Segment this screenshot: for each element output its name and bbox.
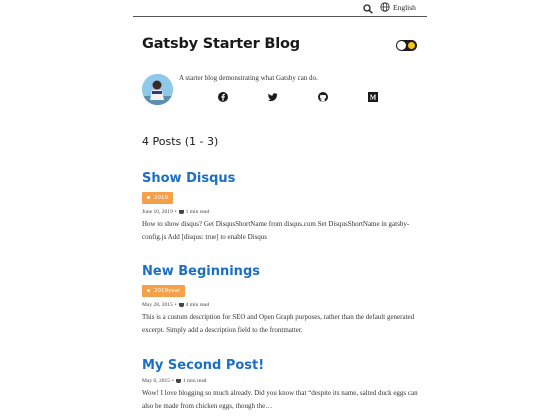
post-date: May 28, 2015 (142, 302, 173, 308)
post-meta: May 6, 2015 • 1 min read (142, 378, 422, 384)
post-title-link[interactable]: My Second Post! (142, 358, 422, 373)
post-meta: May 28, 2015 • 4 min read (142, 302, 422, 308)
separator: • (174, 209, 177, 215)
medium-icon[interactable] (368, 92, 378, 102)
separator: • (174, 302, 177, 308)
toggle-knob (397, 41, 406, 50)
post-item: New Beginnings 2019year May 28, 2015 • 4 m… (142, 264, 422, 336)
globe-icon (380, 2, 390, 12)
tag-badge[interactable]: 2019 (142, 191, 173, 204)
tag-label: 2019year (154, 287, 181, 294)
twitter-icon[interactable] (268, 92, 278, 102)
separator: • (171, 378, 174, 384)
read-time: 4 min read (185, 302, 210, 308)
post-item: My Second Post! May 6, 2015 • 1 min read W… (142, 358, 422, 412)
language-selector[interactable]: English (380, 2, 416, 12)
github-icon[interactable] (318, 92, 328, 102)
search-icon[interactable] (363, 4, 373, 14)
social-links (0, 92, 560, 104)
sun-icon (408, 42, 415, 49)
read-time: 1 min read (185, 209, 210, 215)
coffee-icon (178, 210, 184, 214)
tag-dot-icon (147, 196, 150, 199)
coffee-icon (178, 303, 184, 307)
post-excerpt: Wow! I love blogging so much already. Di… (142, 389, 418, 410)
posts-count-heading: 4 Posts (1 - 3) (142, 135, 219, 148)
site-bio: A starter blog demonstrating what Gatsby… (179, 74, 318, 82)
post-excerpt: How to show disqus? Get DisqusShortName … (142, 220, 410, 241)
coffee-icon (175, 379, 181, 383)
tag-label: 2019 (154, 194, 168, 201)
post-title-link[interactable]: New Beginnings (142, 264, 422, 279)
tag-badge[interactable]: 2019year (142, 284, 186, 297)
post-title-link[interactable]: Show Disqus (142, 171, 422, 186)
post-item: Show Disqus 2019 June 10, 2019 • 1 min rea… (142, 171, 422, 243)
post-date: June 10, 2019 (142, 209, 173, 215)
site-title[interactable]: Gatsby Starter Blog (142, 36, 300, 52)
post-meta: June 10, 2019 • 1 min read (142, 209, 422, 215)
theme-toggle[interactable] (396, 40, 417, 51)
tag-dot-icon (147, 289, 150, 292)
top-bar: English (133, 0, 427, 17)
post-date: May 6, 2015 (142, 378, 170, 384)
post-excerpt: This is a custom description for SEO and… (142, 313, 415, 334)
language-label: English (393, 2, 416, 12)
facebook-icon[interactable] (218, 92, 228, 102)
read-time: 1 min read (182, 378, 207, 384)
